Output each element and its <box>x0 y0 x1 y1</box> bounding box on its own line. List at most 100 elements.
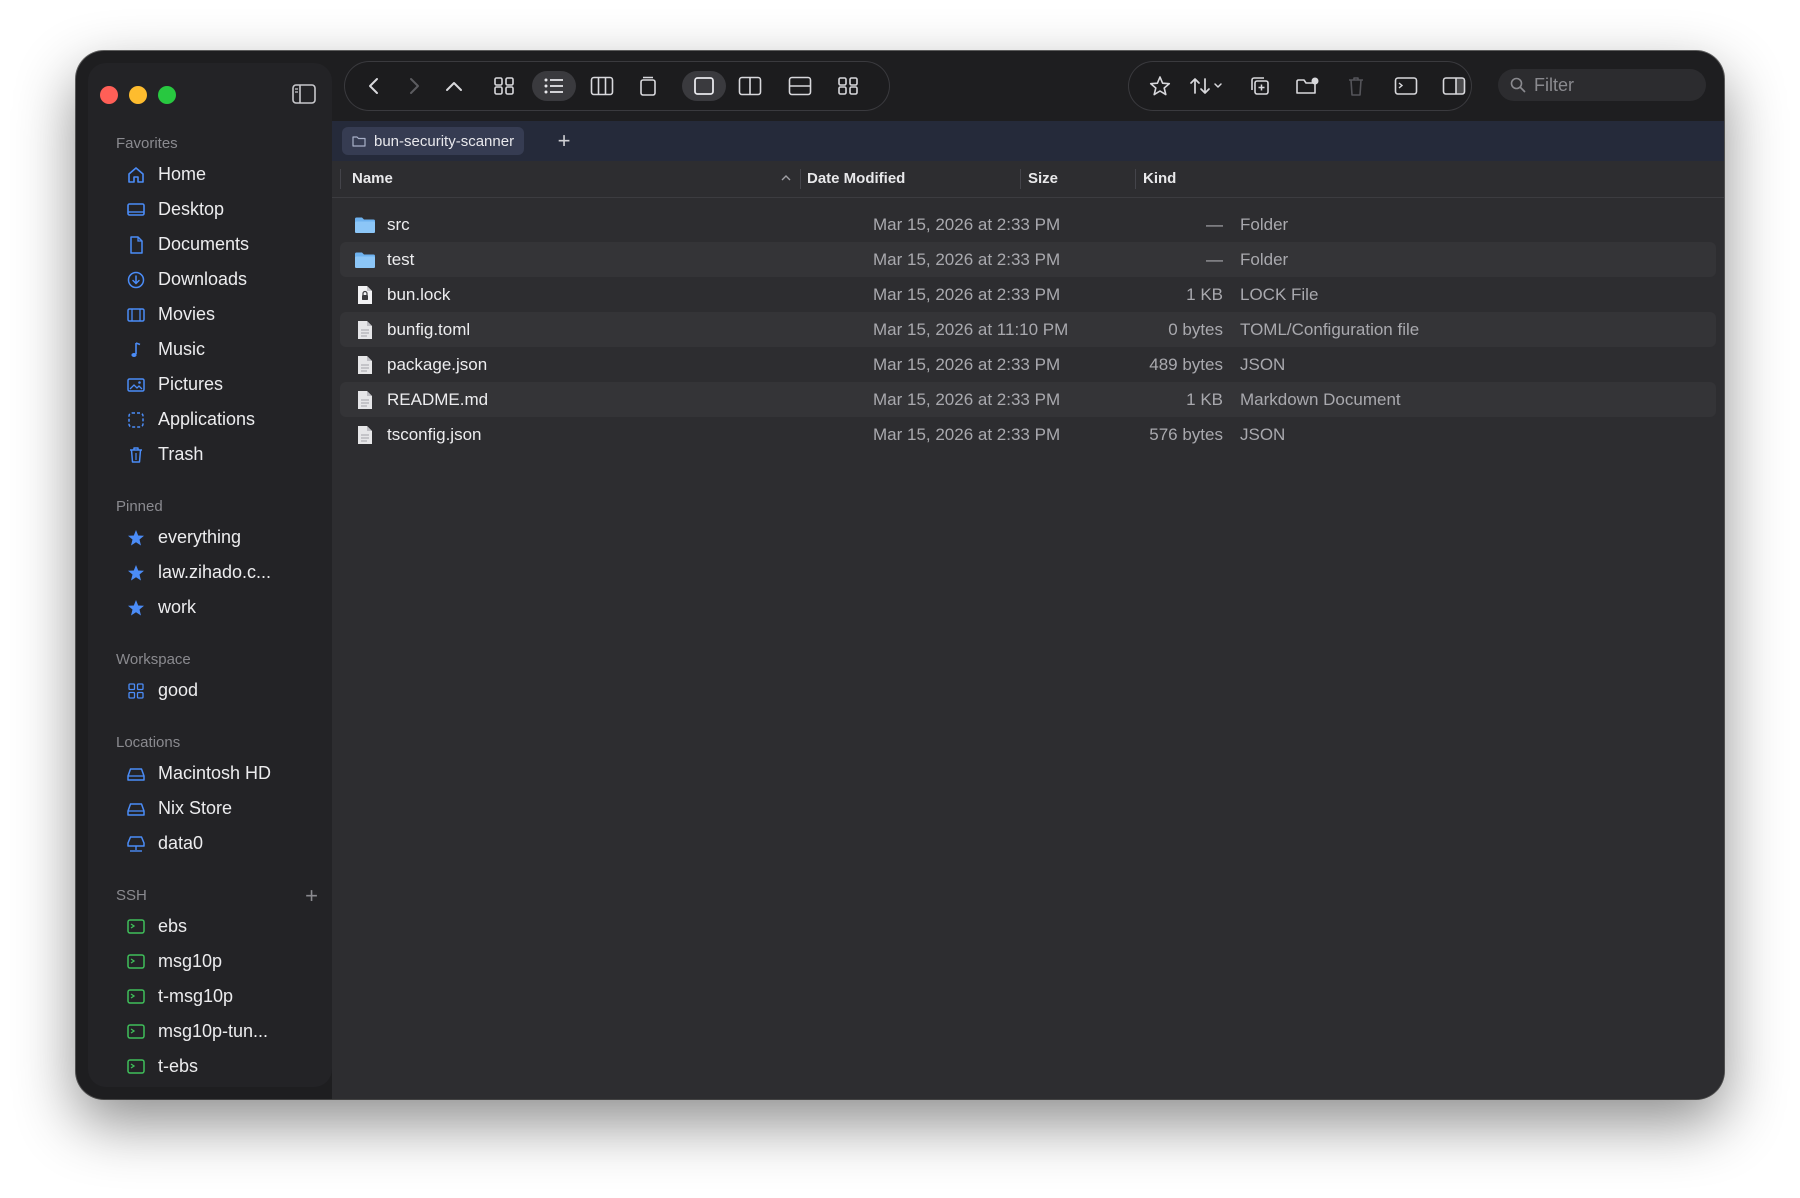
folder-icon <box>352 135 366 147</box>
column-header-row: Name Date Modified Size Kind <box>332 161 1724 198</box>
sidebar-item-movies[interactable]: Movies <box>88 297 332 332</box>
terminal-icon <box>126 1057 146 1077</box>
sidebar-item-label: msg10p <box>158 951 223 971</box>
sidebar-item-downloads[interactable]: Downloads <box>88 262 332 297</box>
sidebar-item-t-msg10p[interactable]: t-msg10p <box>88 979 332 1014</box>
sidebar-item-data0[interactable]: data0 <box>88 826 332 861</box>
date-cell: Mar 15, 2026 at 2:33 PM <box>873 249 1061 269</box>
sidebar-item-music[interactable]: Music <box>88 332 332 367</box>
gallery-view-button[interactable] <box>626 71 670 101</box>
sidebar-section-favorites: Favorites <box>116 135 178 152</box>
document-icon <box>354 390 376 410</box>
sidebar-item-trash[interactable]: Trash <box>88 437 332 472</box>
sidebar-item-everything[interactable]: everything <box>88 520 332 555</box>
traffic-lights <box>100 86 176 104</box>
split-horizontal-button[interactable] <box>778 71 822 101</box>
chevron-up-icon <box>446 82 462 91</box>
sidebar-toggle-button[interactable] <box>290 82 318 106</box>
date-cell: Mar 15, 2026 at 2:33 PM <box>873 354 1061 374</box>
sidebar-item-documents[interactable]: Documents <box>88 227 332 262</box>
sidebar-item-label: work <box>158 597 197 617</box>
sidebar-item-label: Downloads <box>158 269 248 289</box>
icon-grid-icon <box>494 77 514 95</box>
minimize-window-button[interactable] <box>129 86 147 104</box>
folder-icon <box>354 216 376 234</box>
film-icon <box>126 305 146 325</box>
file-row-bunfig-toml[interactable]: bunfig.toml Mar 15, 2026 at 11:10 PM 0 b… <box>340 312 1716 347</box>
name-cell: README.md <box>354 390 488 410</box>
list-view-button[interactable] <box>532 71 576 101</box>
download-icon <box>126 270 146 290</box>
terminal-icon <box>1394 77 1418 95</box>
sidebar-item-label: Desktop <box>158 199 225 219</box>
name-cell: src <box>354 215 410 235</box>
name-cell: tsconfig.json <box>354 425 482 445</box>
search-icon <box>1510 77 1526 93</box>
sidebar-item-home[interactable]: Home <box>88 157 332 192</box>
column-view-button[interactable] <box>580 71 624 101</box>
sidebar-item-work[interactable]: work <box>88 590 332 625</box>
chevron-left-icon <box>369 78 378 94</box>
file-name: README.md <box>387 389 489 409</box>
sidebar-item-label: msg10p-tun... <box>158 1021 269 1041</box>
sidebar-item-macintosh-hd[interactable]: Macintosh HD <box>88 756 332 791</box>
terminal-icon <box>126 987 146 1007</box>
quad-pane-button[interactable] <box>826 71 870 101</box>
file-row-src[interactable]: src Mar 15, 2026 at 2:33 PM — Folder <box>340 207 1716 242</box>
date-cell: Mar 15, 2026 at 11:10 PM <box>873 319 1069 339</box>
date-cell: Mar 15, 2026 at 2:33 PM <box>873 214 1061 234</box>
favorite-button[interactable] <box>1138 71 1182 101</box>
sidebar-item-pictures[interactable]: Pictures <box>88 367 332 402</box>
new-folder-button[interactable] <box>1286 71 1330 101</box>
file-row-bun-lock[interactable]: bun.lock Mar 15, 2026 at 2:33 PM 1 KB LO… <box>340 277 1716 312</box>
new-tab-button[interactable]: + <box>550 127 578 155</box>
column-header-kind[interactable]: Kind <box>1143 161 1176 197</box>
file-row-tsconfig-json[interactable]: tsconfig.json Mar 15, 2026 at 2:33 PM 57… <box>340 417 1716 452</box>
kind-cell: Folder <box>1240 214 1289 234</box>
split-horizontal-icon <box>788 76 812 96</box>
tab-bun-security-scanner[interactable]: bun-security-scanner <box>342 127 525 155</box>
filter-field[interactable]: Filter <box>1498 69 1706 101</box>
sidebar-item-law-zihado[interactable]: law.zihado.c... <box>88 555 332 590</box>
open-terminal-button[interactable] <box>1384 71 1428 101</box>
sidebar-item-label: t-msg10p <box>158 986 234 1006</box>
icon-view-button[interactable] <box>482 71 526 101</box>
size-cell: — <box>1206 249 1223 269</box>
sort-button[interactable] <box>1186 71 1230 101</box>
sidebar-item-applications[interactable]: Applications <box>88 402 332 437</box>
size-cell: — <box>1206 214 1223 234</box>
sidebar-section-workspace: Workspace <box>116 651 191 668</box>
new-folder-icon <box>1296 77 1319 94</box>
enclosing-folder-button[interactable] <box>432 71 476 101</box>
sidebar-item-nix-store[interactable]: Nix Store <box>88 791 332 826</box>
file-row-test[interactable]: test Mar 15, 2026 at 2:33 PM — Folder <box>340 242 1716 277</box>
column-header-size[interactable]: Size <box>1028 161 1058 197</box>
sidebar-item-msg10p[interactable]: msg10p <box>88 944 332 979</box>
sidebar-item-good[interactable]: good <box>88 673 332 708</box>
sidebar-item-desktop[interactable]: Desktop <box>88 192 332 227</box>
kind-cell: JSON <box>1240 424 1286 444</box>
sidebar-item-t-ebs[interactable]: t-ebs <box>88 1049 332 1084</box>
file-row-package-json[interactable]: package.json Mar 15, 2026 at 2:33 PM 489… <box>340 347 1716 382</box>
delete-button[interactable] <box>1334 71 1378 101</box>
sidebar-item-label: Music <box>158 339 206 359</box>
preview-pane-button[interactable] <box>1432 71 1476 101</box>
file-row-readme-md[interactable]: README.md Mar 15, 2026 at 2:33 PM 1 KB M… <box>340 382 1716 417</box>
sidebar-item-msg10p-tun[interactable]: msg10p-tun... <box>88 1014 332 1049</box>
size-cell: 576 bytes <box>1149 424 1223 444</box>
close-window-button[interactable] <box>100 86 118 104</box>
duplicate-button[interactable] <box>1238 71 1282 101</box>
column-header-name[interactable]: Name <box>352 161 393 197</box>
tab-bar: bun-security-scanner + <box>332 121 1724 161</box>
sidebar-item-label: Applications <box>158 409 256 429</box>
add-ssh-button[interactable]: + <box>305 883 318 909</box>
zoom-window-button[interactable] <box>158 86 176 104</box>
split-vertical-button[interactable] <box>728 71 772 101</box>
sidebar-item-ebs[interactable]: ebs <box>88 909 332 944</box>
column-header-date-modified[interactable]: Date Modified <box>807 161 905 197</box>
terminal-icon <box>126 952 146 972</box>
document-icon <box>354 355 376 375</box>
back-button[interactable] <box>352 71 396 101</box>
single-pane-button[interactable] <box>682 71 726 101</box>
forward-button[interactable] <box>392 71 436 101</box>
